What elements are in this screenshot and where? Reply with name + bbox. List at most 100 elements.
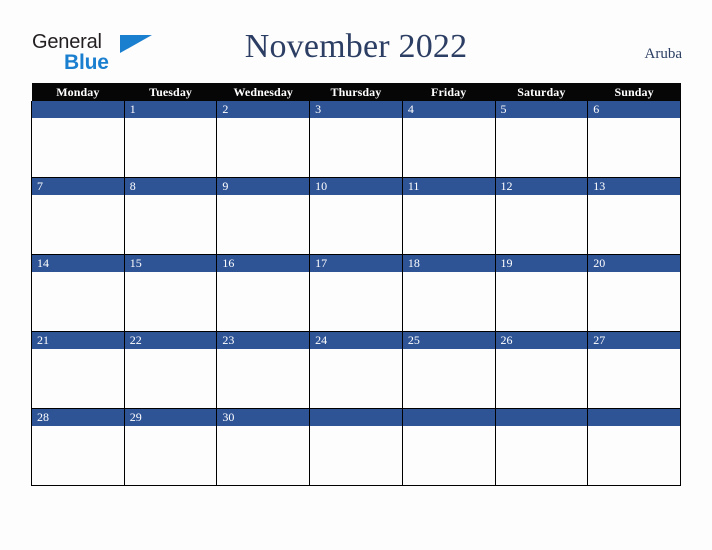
calendar-day-events-area[interactable] [217,272,310,331]
calendar-day-events-area[interactable] [32,195,124,254]
weekday-header-friday: Friday [402,83,496,101]
calendar-day-number: 28 [32,409,124,426]
calendar-day-events-area[interactable] [124,195,217,254]
calendar-day-events-area[interactable] [217,426,310,485]
calendar-day-cell[interactable]: 2 [216,101,311,178]
calendar-weeks: 1 2 3 4 5 6 7 8 9 10 11 12 13 14 15 16 17 18 19 20 21 22 23 24 2… [31,101,681,486]
calendar-day-number: 25 [402,332,495,349]
calendar-day-events-area[interactable] [217,118,310,177]
calendar-day-number [32,101,124,118]
calendar-day-events-area[interactable] [310,118,402,177]
calendar-day-cell[interactable]: 29 [123,408,218,486]
calendar-day-cell[interactable]: 23 [216,331,311,409]
calendar-day-cell[interactable]: 30 [216,408,311,486]
calendar-day-cell[interactable]: 25 [401,331,496,409]
calendar-day-number: 15 [124,255,217,272]
calendar-day-cell[interactable]: 4 [401,101,496,178]
calendar-day-cell[interactable]: 14 [31,254,125,332]
calendar-day-cell[interactable]: 19 [494,254,589,332]
calendar-day-cell[interactable]: 6 [587,101,681,178]
calendar-day-number: 22 [124,332,217,349]
calendar-day-events-area[interactable] [124,272,217,331]
calendar-week-row: 28 29 30 [31,408,681,486]
calendar-day-cell[interactable]: 10 [309,177,403,255]
calendar-day-cell[interactable]: 8 [123,177,218,255]
calendar-day-events-area[interactable] [32,349,124,408]
calendar-day-events-area[interactable] [217,195,310,254]
calendar-day-cell[interactable]: 3 [309,101,403,178]
calendar-day-cell[interactable]: 12 [494,177,589,255]
calendar-day-number: 21 [32,332,124,349]
calendar-day-cell[interactable]: 1 [123,101,218,178]
weekday-header-saturday: Saturday [495,83,588,101]
calendar-day-number: 14 [32,255,124,272]
calendar-day-number: 17 [310,255,402,272]
calendar-day-cell[interactable] [494,408,589,486]
calendar-day-number: 5 [495,101,588,118]
calendar-day-events-area[interactable] [402,272,495,331]
calendar-day-number [495,409,588,426]
calendar-day-events-area[interactable] [588,118,680,177]
calendar-day-events-area[interactable] [124,118,217,177]
calendar-day-events-area[interactable] [310,349,402,408]
calendar-day-cell[interactable]: 26 [494,331,589,409]
calendar-day-cell[interactable]: 28 [31,408,125,486]
calendar-day-cell[interactable]: 21 [31,331,125,409]
calendar-day-cell[interactable] [401,408,496,486]
calendar-day-events-area[interactable] [310,272,402,331]
weekday-header-monday: Monday [31,83,125,101]
calendar-day-number: 16 [217,255,310,272]
calendar-day-events-area[interactable] [495,195,588,254]
calendar-day-cell[interactable] [309,408,403,486]
calendar-day-events-area[interactable] [588,349,680,408]
calendar-day-number: 26 [495,332,588,349]
calendar-day-number: 13 [588,178,680,195]
calendar-day-cell[interactable]: 15 [123,254,218,332]
calendar-day-events-area[interactable] [495,118,588,177]
calendar-day-events-area[interactable] [217,349,310,408]
calendar-day-cell[interactable]: 24 [309,331,403,409]
calendar-day-cell[interactable]: 9 [216,177,311,255]
calendar-day-number [402,409,495,426]
calendar-day-cell[interactable]: 11 [401,177,496,255]
calendar-day-events-area[interactable] [495,349,588,408]
calendar-day-events-area[interactable] [124,426,217,485]
calendar-day-events-area[interactable] [588,426,680,485]
calendar-day-number: 10 [310,178,402,195]
calendar-day-events-area[interactable] [402,118,495,177]
calendar-day-events-area[interactable] [402,195,495,254]
calendar-day-cell[interactable]: 22 [123,331,218,409]
page-header: General Blue November 2022 Aruba [0,0,712,83]
calendar-day-cell[interactable]: 17 [309,254,403,332]
calendar-day-events-area[interactable] [124,349,217,408]
calendar-day-events-area[interactable] [495,426,588,485]
calendar-day-events-area[interactable] [310,195,402,254]
calendar-day-events-area[interactable] [32,272,124,331]
calendar-day-cell[interactable] [31,101,125,178]
calendar-day-cell[interactable]: 13 [587,177,681,255]
calendar-day-cell[interactable] [587,408,681,486]
calendar-day-events-area[interactable] [32,426,124,485]
calendar-day-events-area[interactable] [495,272,588,331]
calendar-day-cell[interactable]: 5 [494,101,589,178]
calendar-day-number: 27 [588,332,680,349]
calendar-day-number: 6 [588,101,680,118]
calendar-day-events-area[interactable] [588,272,680,331]
calendar-day-events-area[interactable] [402,349,495,408]
calendar-day-number: 4 [402,101,495,118]
calendar-week-row: 7 8 9 10 11 12 13 [31,177,681,255]
calendar-day-number: 18 [402,255,495,272]
calendar-day-events-area[interactable] [588,195,680,254]
weekday-header-thursday: Thursday [309,83,403,101]
calendar-day-events-area[interactable] [32,118,124,177]
calendar-week-row: 123456 [31,101,681,178]
calendar-day-events-area[interactable] [310,426,402,485]
calendar-day-cell[interactable]: 7 [31,177,125,255]
calendar-day-cell[interactable]: 16 [216,254,311,332]
calendar-day-cell[interactable]: 20 [587,254,681,332]
calendar-day-events-area[interactable] [402,426,495,485]
calendar-day-cell[interactable]: 18 [401,254,496,332]
calendar-day-number: 9 [217,178,310,195]
calendar-day-cell[interactable]: 27 [587,331,681,409]
calendar-day-number: 20 [588,255,680,272]
